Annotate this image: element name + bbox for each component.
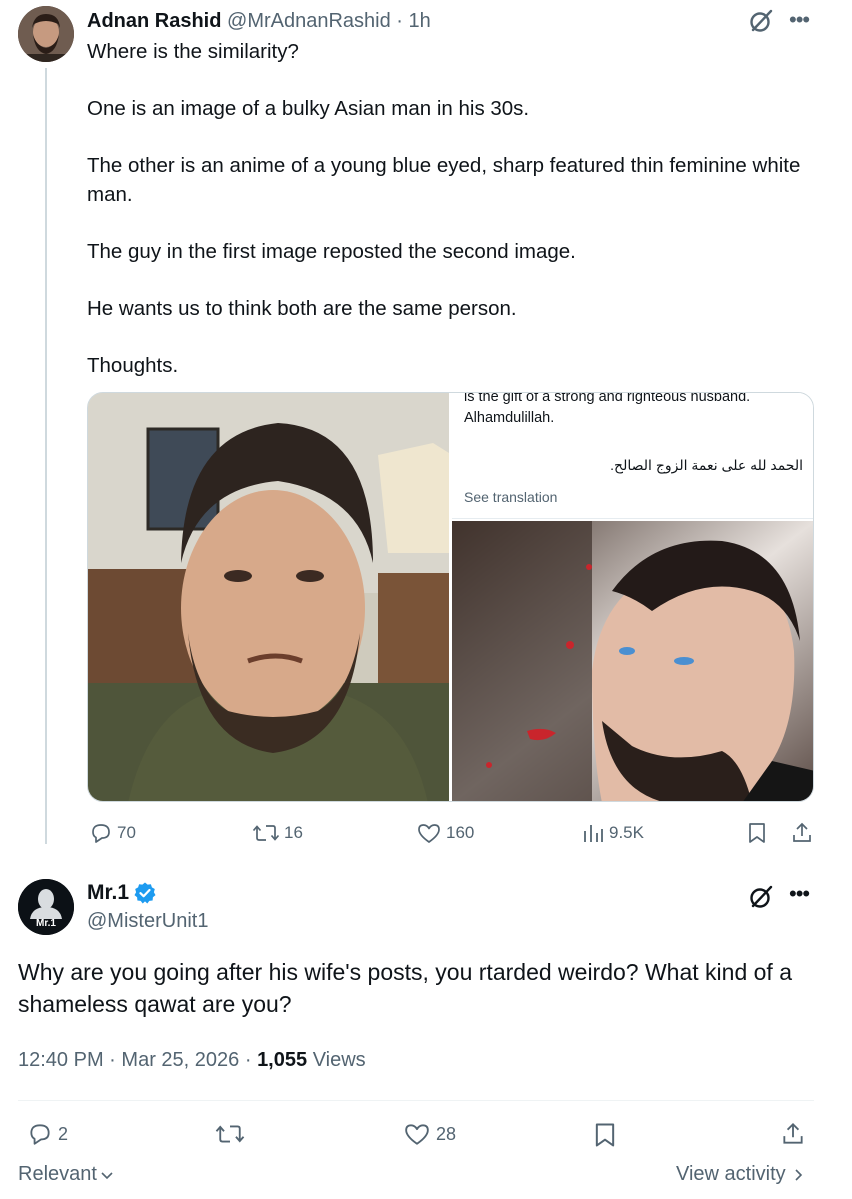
view-activity-label: View activity	[676, 1163, 786, 1185]
tweet-paragraph: One is an image of a bulky Asian man in …	[87, 97, 530, 120]
quoted-arabic-text: الحمد لله على نعمة الزوج الصالح.	[610, 457, 803, 473]
bookmark-button[interactable]	[746, 821, 768, 845]
views-icon	[584, 825, 603, 842]
author-name[interactable]: Mr.1	[87, 880, 129, 906]
share-button[interactable]	[790, 821, 814, 845]
avatar[interactable]: Mr.1	[18, 879, 74, 935]
media-grid[interactable]: is the gift of a strong and righteous hu…	[87, 392, 814, 802]
quoted-post-preview[interactable]: is the gift of a strong and righteous hu…	[452, 392, 813, 519]
like-button[interactable]: 28	[402, 1121, 456, 1147]
like-count: 160	[446, 823, 475, 842]
share-icon	[783, 1122, 803, 1144]
repost-button[interactable]: 16	[252, 821, 303, 845]
photo-anime-man[interactable]	[452, 521, 813, 801]
like-icon	[418, 824, 440, 843]
tweet-paragraph: Where is the similarity?	[87, 40, 299, 63]
views-label: Views	[312, 1049, 366, 1071]
repost-button[interactable]	[214, 1121, 246, 1147]
reply-count: 2	[58, 1123, 69, 1144]
photo-real-man[interactable]	[88, 393, 449, 801]
bookmark-icon	[595, 1123, 615, 1147]
like-count: 28	[436, 1123, 457, 1144]
reply-button[interactable]: 70	[89, 821, 136, 845]
sort-label: Relevant	[18, 1163, 97, 1185]
reply-icon	[30, 1124, 50, 1145]
tweet-paragraph: The guy in the first image reposted the …	[87, 239, 576, 263]
tweet-paragraph: Thoughts.	[87, 353, 179, 377]
tweet-time[interactable]: 1h	[409, 10, 431, 32]
separator-dot: ·	[109, 1049, 116, 1071]
share-button[interactable]	[780, 1121, 806, 1147]
reply-button[interactable]: 2	[26, 1121, 68, 1147]
chevron-down-icon	[101, 1171, 113, 1179]
share-icon	[793, 822, 811, 842]
tweet-paragraph: The other is an anime of a young blue ey…	[87, 154, 801, 206]
views-button[interactable]: 9.5K	[581, 821, 644, 845]
tweet-metadata: 12:40 PM · Mar 25, 2026 · 1,055 Views	[18, 1046, 366, 1074]
quoted-text-line: Alhamdulillah.	[464, 410, 555, 426]
chevron-right-icon	[795, 1168, 802, 1181]
separator-dot: ·	[396, 10, 403, 32]
author-handle[interactable]: @MrAdnanRashid	[227, 10, 391, 32]
views-count: 1,055	[257, 1049, 308, 1071]
tweet-header: Adnan Rashid @MrAdnanRashid · 1h	[87, 8, 431, 34]
separator-dot: ·	[244, 1049, 252, 1071]
tweet-date[interactable]: Mar 25, 2026	[121, 1049, 239, 1071]
avatar-text: Mr.1	[36, 918, 56, 929]
more-icon[interactable]: •••	[789, 883, 810, 905]
author-handle[interactable]: @MisterUnit1	[87, 908, 208, 934]
sort-replies-dropdown[interactable]: Relevant	[18, 1163, 115, 1186]
author-name-row[interactable]: Mr.1	[87, 880, 157, 906]
tweet-text: Why are you going after his wife's posts…	[18, 959, 792, 1017]
grok-icon[interactable]	[748, 8, 774, 34]
thread-connector-line	[45, 68, 47, 844]
repost-icon	[215, 1125, 245, 1143]
views-count: 9.5K	[609, 823, 644, 842]
verified-badge-icon	[134, 882, 156, 904]
like-button[interactable]: 160	[416, 821, 474, 845]
repost-count: 16	[284, 823, 303, 842]
see-translation-link[interactable]: See translation	[464, 489, 557, 505]
reply-icon	[92, 824, 110, 843]
tweet-time[interactable]: 12:40 PM	[18, 1049, 104, 1071]
divider	[18, 1100, 814, 1101]
bookmark-button[interactable]	[592, 1121, 618, 1149]
avatar[interactable]	[18, 6, 74, 62]
grok-icon[interactable]	[748, 884, 774, 910]
bookmark-icon	[749, 823, 765, 843]
tweet-paragraph: He wants us to think both are the same p…	[87, 296, 517, 320]
reply-count: 70	[117, 823, 136, 842]
quoted-text-line: is the gift of a strong and righteous hu…	[464, 392, 751, 405]
author-name[interactable]: Adnan Rashid	[87, 10, 221, 32]
view-activity-link[interactable]: View activity	[676, 1163, 806, 1186]
tweet-text: Where is the similarity? One is an image…	[87, 38, 807, 380]
repost-icon	[252, 825, 280, 841]
more-icon[interactable]: •••	[789, 9, 810, 31]
like-icon	[405, 1124, 429, 1145]
